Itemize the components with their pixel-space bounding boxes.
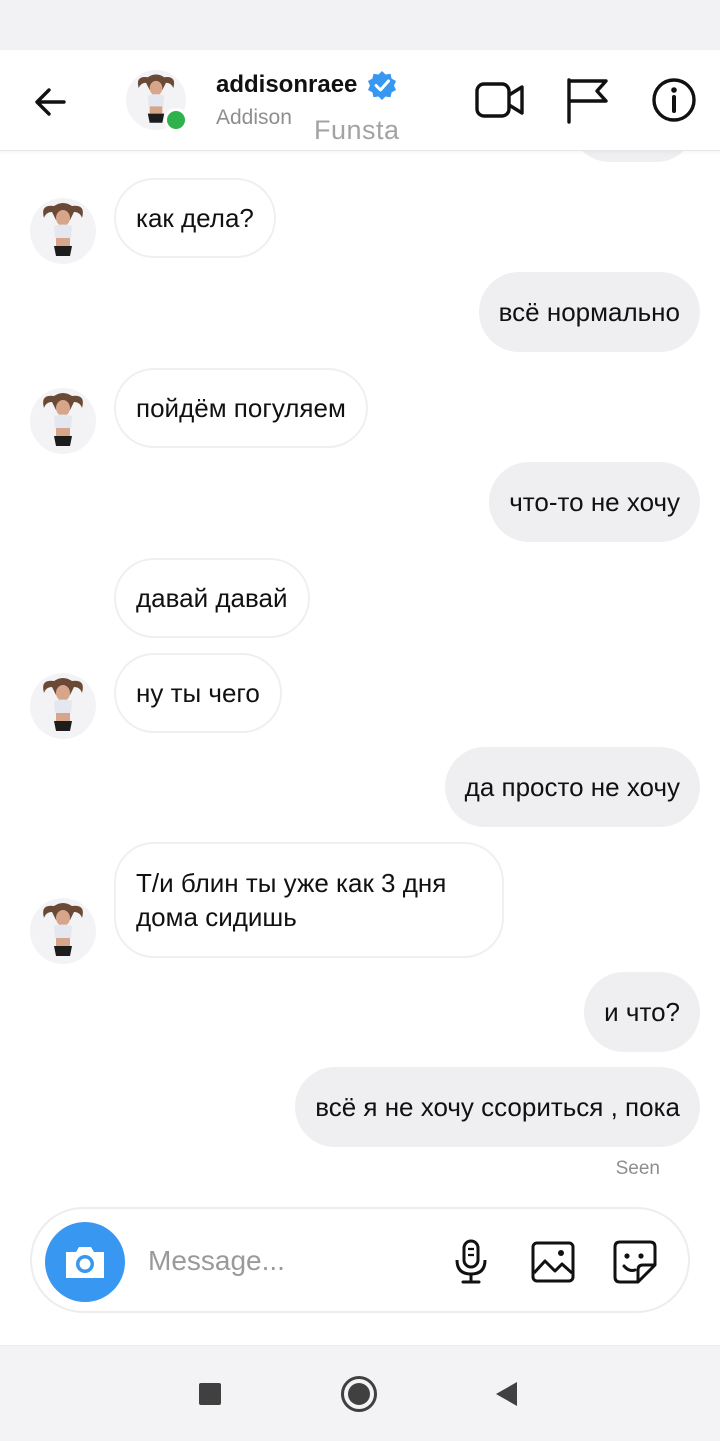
back-button[interactable] bbox=[28, 80, 72, 124]
sender-avatar[interactable] bbox=[30, 673, 96, 739]
message-text: Т/и блин ты уже как 3 дня дома сидишь bbox=[136, 868, 447, 932]
verified-badge-icon bbox=[368, 71, 397, 100]
flag-icon bbox=[567, 78, 608, 124]
message-text: ну ты чего bbox=[136, 677, 260, 708]
message-bubble-incoming[interactable]: Т/и блин ты уже как 3 дня дома сидишь bbox=[114, 842, 504, 958]
message-bubble-outgoing[interactable]: да просто не хочу bbox=[444, 747, 700, 827]
status-bar bbox=[0, 0, 720, 50]
report-button[interactable] bbox=[558, 72, 614, 128]
message-text: давай давай bbox=[136, 582, 288, 613]
sticker-icon bbox=[613, 1240, 657, 1284]
back-arrow-icon bbox=[35, 88, 66, 116]
chat-username[interactable]: addisonraee bbox=[216, 71, 357, 99]
message-bubble-incoming[interactable]: ну ты чего bbox=[114, 653, 282, 733]
microphone-icon bbox=[455, 1239, 487, 1284]
gallery-icon bbox=[531, 1241, 575, 1283]
message-bubble-outgoing[interactable]: и что? bbox=[584, 972, 700, 1052]
message-bubble-incoming[interactable]: как дела? bbox=[114, 178, 276, 258]
message-text: всё я не хочу ссориться , пока bbox=[315, 1091, 680, 1122]
message-composer bbox=[30, 1207, 690, 1313]
message-bubble-outgoing[interactable]: всё нормально bbox=[478, 272, 700, 352]
funsta-label: Funsta bbox=[314, 115, 400, 145]
message-bubble-outgoing[interactable]: всё я не хочу ссориться , пока bbox=[295, 1067, 700, 1147]
message-text: да просто не хочу bbox=[464, 771, 680, 802]
message-bubble-incoming[interactable]: пойдём погуляем bbox=[114, 368, 368, 448]
system-nav-bar bbox=[0, 1345, 720, 1441]
nav-square-icon bbox=[199, 1383, 221, 1405]
message-input[interactable] bbox=[146, 1237, 430, 1285]
gallery-button[interactable] bbox=[530, 1239, 576, 1285]
message-text: что-то не хочу bbox=[509, 486, 680, 517]
sender-avatar[interactable] bbox=[30, 388, 96, 454]
video-call-button[interactable] bbox=[472, 72, 528, 128]
message-text: и что? bbox=[604, 996, 680, 1027]
chat-subname: Addison bbox=[216, 106, 292, 129]
message-text: как дела? bbox=[136, 202, 254, 233]
message-bubble-outgoing[interactable]: что-то не хочу bbox=[489, 462, 700, 542]
info-icon bbox=[652, 78, 696, 122]
camera-icon bbox=[66, 1247, 104, 1278]
nav-home-icon bbox=[341, 1376, 377, 1412]
message-text: всё нормально bbox=[498, 296, 680, 327]
voice-message-button[interactable] bbox=[448, 1239, 494, 1285]
partial-message-bubble bbox=[570, 150, 696, 162]
camera-button[interactable] bbox=[45, 1222, 125, 1302]
message-bubble-incoming[interactable]: давай давай bbox=[114, 558, 310, 638]
chat-header: addisonraee Addison Funsta bbox=[0, 50, 720, 151]
sticker-button[interactable] bbox=[612, 1239, 658, 1285]
online-status-dot bbox=[164, 108, 188, 132]
system-back-button[interactable] bbox=[486, 1374, 526, 1414]
info-button[interactable] bbox=[646, 72, 702, 128]
profile-avatar[interactable] bbox=[126, 70, 188, 132]
sender-avatar[interactable] bbox=[30, 198, 96, 264]
seen-indicator: Seen bbox=[615, 1158, 660, 1179]
video-call-icon bbox=[475, 82, 524, 118]
recent-apps-button[interactable] bbox=[190, 1374, 230, 1414]
message-text: пойдём погуляем bbox=[136, 392, 346, 423]
message-thread: как дела? всё нормально пойдём погуляем … bbox=[0, 150, 720, 1195]
sender-avatar[interactable] bbox=[30, 898, 96, 964]
home-button[interactable] bbox=[339, 1374, 379, 1414]
nav-back-icon bbox=[496, 1382, 517, 1406]
